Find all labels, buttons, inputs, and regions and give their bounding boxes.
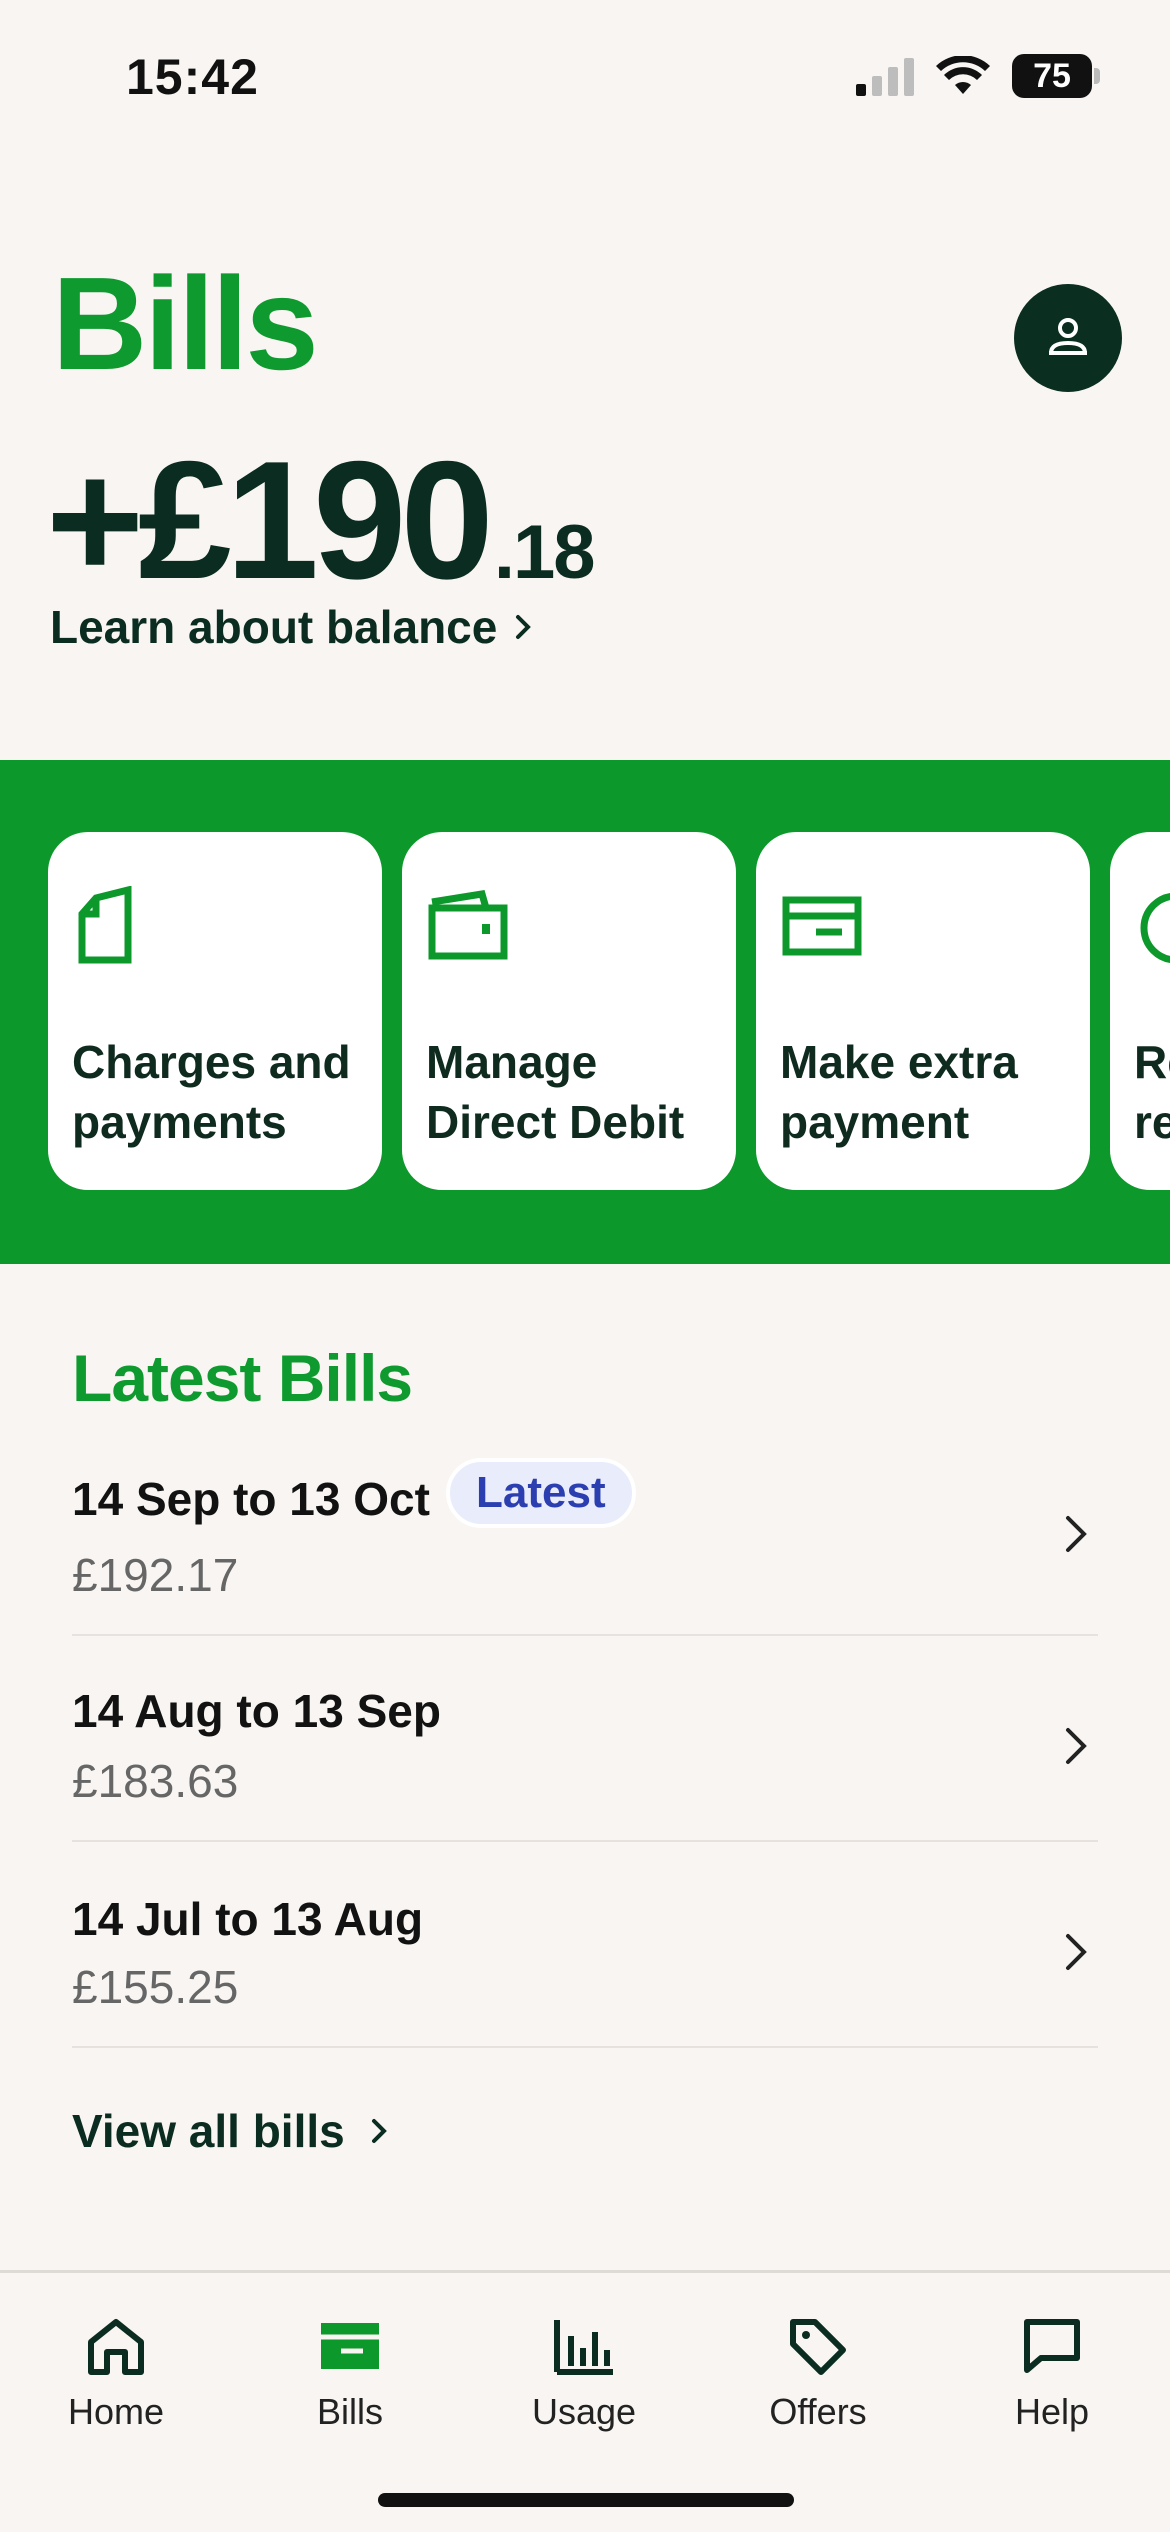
bill-amount: £183.63: [72, 1755, 239, 1807]
chevron-right-icon: [1066, 1516, 1087, 1552]
charges-and-payments-card[interactable]: Charges and payments: [48, 832, 382, 1190]
home-icon: [16, 2311, 216, 2381]
latest-bills-title: Latest Bills: [72, 1341, 413, 1415]
bill-row[interactable]: 14 Sep to 13 Oct Latest £192.17: [72, 1430, 1098, 1636]
tab-bills[interactable]: Bills: [250, 2311, 450, 2433]
status-icons: 75: [856, 54, 1100, 98]
chevron-right-icon: [516, 615, 532, 639]
tag-icon: [718, 2311, 918, 2381]
balance-amount: +£190 .18: [46, 426, 596, 614]
signal-icon: [856, 58, 914, 96]
bill-amount: £155.25: [72, 1961, 239, 2013]
tab-label: Home: [67, 2391, 165, 2432]
bill-row[interactable]: 14 Jul to 13 Aug £155.25: [72, 1842, 1098, 2048]
bill-amount: £192.17: [72, 1549, 239, 1601]
chevron-right-icon: [1066, 1728, 1087, 1764]
make-extra-payment-card[interactable]: Make extra payment: [756, 832, 1090, 1190]
tab-home[interactable]: Home: [16, 2311, 216, 2433]
chat-icon: [952, 2311, 1152, 2381]
learn-about-balance-link[interactable]: Learn about balance: [50, 600, 532, 654]
manage-direct-debit-card[interactable]: Manage Direct Debit: [402, 832, 736, 1190]
usage-icon: [484, 2311, 684, 2381]
wallet-icon: [426, 886, 712, 970]
document-icon: [72, 885, 358, 970]
view-all-bills-link[interactable]: View all bills: [72, 2104, 387, 2158]
chevron-right-icon: [1066, 1934, 1087, 1970]
tab-label: Help: [1014, 2391, 1090, 2432]
view-all-label: View all bills: [72, 2105, 345, 2157]
battery-icon: 75: [1012, 54, 1100, 98]
latest-badge: Latest: [446, 1458, 636, 1528]
chevron-right-icon: [371, 2119, 387, 2143]
action-label: Make extra payment: [780, 1036, 1018, 1148]
tab-label: Bills: [316, 2391, 383, 2432]
status-time: 15:42: [126, 49, 259, 105]
wifi-icon: [936, 56, 990, 94]
tab-help[interactable]: Help: [952, 2311, 1152, 2433]
tab-label: Usage: [531, 2391, 637, 2432]
balance-decimal: .18: [493, 510, 596, 595]
tab-bar: Home Bills Usage Offers Help: [0, 2270, 1170, 2532]
action-label: Charges and payments: [72, 1036, 351, 1148]
tab-usage[interactable]: Usage: [484, 2311, 684, 2433]
tab-offers[interactable]: Offers: [718, 2311, 918, 2433]
status-bar: 15:42 75: [0, 0, 1170, 140]
quick-actions: Charges and payments Manage Direct Debit…: [0, 760, 1170, 1264]
home-indicator: [378, 2493, 794, 2507]
profile-button[interactable]: [1014, 284, 1122, 392]
tab-label: Offers: [769, 2391, 867, 2432]
bill-period: 14 Jul to 13 Aug: [72, 1893, 424, 1945]
card-icon: [780, 886, 1066, 970]
page-title: Bills: [52, 250, 319, 397]
bill-period: 14 Aug to 13 Sep: [72, 1685, 441, 1737]
action-label: Manage Direct Debit: [426, 1036, 685, 1148]
bills-icon: [250, 2311, 450, 2381]
clock-icon: [1134, 886, 1170, 970]
balance-main: +£190: [46, 426, 494, 614]
action-label: Re re: [1134, 1036, 1170, 1148]
bill-row[interactable]: 14 Aug to 13 Sep £183.63: [72, 1636, 1098, 1842]
bill-period: 14 Sep to 13 Oct: [72, 1473, 430, 1525]
person-icon: [1049, 318, 1087, 355]
partial-action-card[interactable]: Re re: [1110, 832, 1170, 1190]
learn-link-label: Learn about balance: [50, 601, 498, 653]
